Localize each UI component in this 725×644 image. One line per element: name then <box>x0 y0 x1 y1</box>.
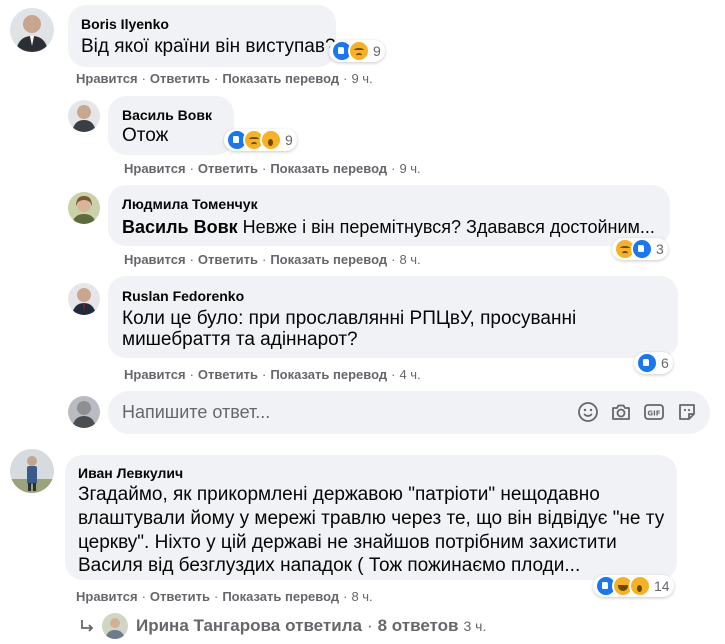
comment-text: Отож <box>122 125 169 146</box>
separator: · <box>261 252 267 267</box>
comment-actions: Нравится · Ответить · Показать перевод · 9 ч. <box>76 71 373 87</box>
comment-text-line: мишебраття та адіннарот? <box>122 329 358 350</box>
svg-text:GIF: GIF <box>647 410 660 418</box>
reply-input[interactable]: Напишите ответ... GIF <box>108 391 710 434</box>
separator: · <box>261 367 267 382</box>
reply-button[interactable]: Ответить <box>198 161 258 176</box>
reply-button[interactable]: Ответить <box>198 252 258 267</box>
camera-icon[interactable] <box>610 401 632 423</box>
reply-button[interactable]: Ответить <box>150 71 210 86</box>
emoji-icon[interactable] <box>577 401 599 423</box>
separator: · <box>343 589 348 604</box>
timestamp[interactable]: 8 ч. <box>399 252 420 267</box>
like-button[interactable]: Нравится <box>124 161 186 176</box>
comment-actions: Нравится · Ответить · Показать перевод · 9 ч. <box>124 161 421 177</box>
separator: · <box>189 367 194 382</box>
translate-button[interactable]: Показать перевод <box>270 367 387 382</box>
separator: · <box>213 589 219 604</box>
separator: · <box>261 161 267 176</box>
mention-link[interactable]: Василь Вовк <box>122 217 238 237</box>
comment-text-line: Василя від безглуздих нападок ( Тож пожи… <box>78 555 581 576</box>
translate-button[interactable]: Показать перевод <box>270 252 387 267</box>
like-button[interactable]: Нравится <box>124 252 186 267</box>
reply-author-name: Ирина Тангарова <box>136 616 281 635</box>
translate-button[interactable]: Показать перевод <box>222 71 339 86</box>
timestamp[interactable]: 9 ч. <box>351 71 372 86</box>
separator: · <box>343 71 348 86</box>
reaction-count: 3 <box>656 241 664 257</box>
comment-author[interactable]: Иван Левкулич <box>78 465 183 481</box>
like-button[interactable]: Нравится <box>124 367 186 382</box>
timestamp[interactable]: 8 ч. <box>351 589 372 604</box>
reply-button[interactable]: Ответить <box>198 367 258 382</box>
reactions-summary[interactable]: 9 <box>224 129 297 151</box>
avatar[interactable] <box>10 8 54 52</box>
like-button[interactable]: Нравится <box>76 71 138 86</box>
reaction-count: 6 <box>661 355 669 371</box>
reaction-count: 14 <box>654 578 670 594</box>
comment-text: Від якої країни він виступав? <box>81 36 336 57</box>
separator: · <box>141 71 146 86</box>
avatar[interactable] <box>68 100 100 132</box>
avatar[interactable] <box>10 449 54 493</box>
reaction-count: 9 <box>285 132 293 148</box>
comment-actions: Нравится · Ответить · Показать перевод · 8 ч. <box>76 589 373 605</box>
wow-reaction-icon <box>629 575 651 597</box>
separator: · <box>391 161 396 176</box>
separator: · <box>366 616 373 635</box>
reactions-summary[interactable]: 14 <box>593 575 674 597</box>
current-user-avatar <box>68 396 100 428</box>
gif-icon[interactable]: GIF <box>643 401 665 423</box>
reply-time: 3 ч. <box>463 618 487 634</box>
reactions-summary[interactable]: 9 <box>329 40 385 62</box>
like-button[interactable]: Нравится <box>76 589 138 604</box>
separator: · <box>189 161 194 176</box>
sad-reaction-icon <box>348 40 370 62</box>
reply-verb: ответила <box>285 616 362 635</box>
avatar[interactable] <box>68 283 100 315</box>
reply-author-avatar <box>102 613 128 639</box>
comment-text-body: Невже і він перемітнувся? Здавався досто… <box>237 217 655 237</box>
reactions-summary[interactable]: 3 <box>612 238 668 260</box>
reply-button[interactable]: Ответить <box>150 589 210 604</box>
comment-author[interactable]: Василь Вовк <box>122 107 212 123</box>
translate-button[interactable]: Показать перевод <box>270 161 387 176</box>
timestamp[interactable]: 9 ч. <box>399 161 420 176</box>
reply-input-placeholder: Напишите ответ... <box>122 402 271 422</box>
comment-author[interactable]: Людмила Томенчук <box>122 196 258 212</box>
separator: · <box>189 252 194 267</box>
separator: · <box>213 71 219 86</box>
reactions-summary[interactable]: 6 <box>634 352 673 374</box>
view-replies-link[interactable]: Ирина Тангарова ответила · 8 ответов 3 ч… <box>80 613 486 639</box>
avatar[interactable] <box>68 192 100 224</box>
comment-actions: Нравится · Ответить · Показать перевод · 8 ч. <box>124 252 421 268</box>
translate-button[interactable]: Показать перевод <box>222 589 339 604</box>
comment-text: Василь Вовк Невже і він перемітнувся? Зд… <box>122 213 655 241</box>
like-reaction-icon <box>631 238 653 260</box>
comment-actions: Нравится · Ответить · Показать перевод · 4 ч. <box>124 367 421 383</box>
reply-count: 8 ответов <box>377 616 459 635</box>
sticker-icon[interactable] <box>676 401 698 423</box>
comment-author[interactable]: Ruslan Fedorenko <box>122 288 244 304</box>
wow-reaction-icon <box>260 129 282 151</box>
timestamp[interactable]: 4 ч. <box>399 367 420 382</box>
separator: · <box>391 367 396 382</box>
separator: · <box>391 252 396 267</box>
reply-arrow-icon <box>80 618 96 634</box>
like-reaction-icon <box>636 352 658 374</box>
separator: · <box>141 589 146 604</box>
reaction-count: 9 <box>373 43 381 59</box>
comment-author[interactable]: Boris Ilyenko <box>81 16 169 32</box>
